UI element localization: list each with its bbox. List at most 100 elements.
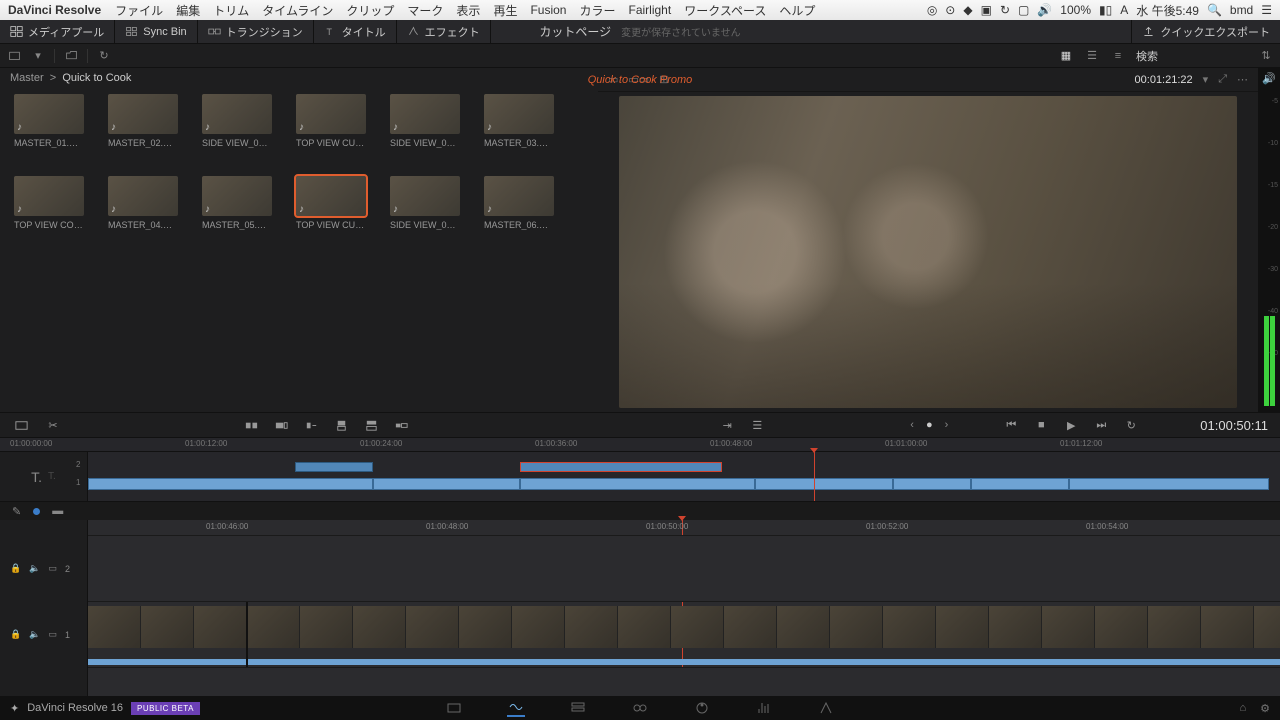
mediapool-button[interactable]: メディアプール [0, 20, 115, 43]
edit-page-icon[interactable] [569, 699, 587, 717]
filmstrip-frame[interactable] [883, 606, 936, 648]
sort-icon[interactable]: ⇅ [1258, 48, 1274, 64]
clip-thumbnail[interactable]: MASTER_01.mov [14, 94, 84, 148]
filmstrip-frame[interactable] [1148, 606, 1201, 648]
volume-icon[interactable]: 🔊 [1037, 3, 1052, 17]
menu-trim[interactable]: トリム [213, 2, 249, 19]
color-page-icon[interactable] [693, 699, 711, 717]
sync-icon[interactable]: ↻ [1000, 3, 1010, 17]
clip-v1-6[interactable] [971, 478, 1069, 490]
clip-v1-3[interactable] [520, 478, 755, 490]
menu-view[interactable]: 表示 [456, 2, 480, 19]
clip-thumbnail[interactable]: SIDE VIEW_02.mov [390, 94, 460, 148]
menu-edit[interactable]: 編集 [176, 2, 200, 19]
safe-area-icon[interactable]: ▾ [1203, 73, 1209, 86]
upper-playhead[interactable] [814, 452, 815, 501]
search-input[interactable]: 検索 [1136, 48, 1158, 64]
folder-icon[interactable] [63, 48, 79, 64]
import-icon[interactable] [6, 48, 22, 64]
filmstrip-frame[interactable] [194, 606, 247, 648]
filmstrip-frame[interactable] [565, 606, 618, 648]
clip-thumbnail[interactable]: SIDE VIEW_01.mov [202, 94, 272, 148]
thumbnail-view-icon[interactable]: ▦ [1058, 48, 1074, 64]
effect-button[interactable]: エフェクト [397, 20, 491, 43]
smart-insert-icon[interactable] [242, 417, 260, 433]
dropbox-icon[interactable]: ▣ [981, 3, 992, 17]
loop-icon[interactable]: ↻ [1122, 417, 1140, 433]
viewer-video[interactable] [619, 96, 1237, 408]
menu-mark[interactable]: マーク [407, 2, 443, 19]
play-icon[interactable]: ▶ [1062, 417, 1080, 433]
fairlight-page-icon[interactable] [755, 699, 773, 717]
refresh-icon[interactable]: ↻ [96, 48, 112, 64]
next-marker-icon[interactable]: › [945, 419, 949, 431]
mute-icon[interactable]: 🔈 [29, 629, 40, 640]
filmstrip-frame[interactable] [989, 606, 1042, 648]
filmstrip-frame[interactable] [512, 606, 565, 648]
fusion-page-icon[interactable] [631, 699, 649, 717]
cut-icon[interactable]: ✂ [44, 417, 62, 433]
clip-thumbnail[interactable]: MASTER_06.mov [484, 176, 554, 230]
filmstrip-frame[interactable] [671, 606, 724, 648]
menu-fairlight[interactable]: Fairlight [629, 3, 672, 17]
upper-timeline-head[interactable]: T. T. [0, 452, 88, 501]
video-icon[interactable]: ▭ [48, 563, 57, 574]
filmstrip-frame[interactable] [1254, 606, 1280, 648]
filmstrip-frame[interactable] [724, 606, 777, 648]
wifi-icon[interactable]: ◆ [963, 3, 972, 17]
clip-thumbnail[interactable]: TOP VIEW CUTTIN... [296, 94, 366, 148]
filmstrip-frame[interactable] [88, 606, 141, 648]
media-page-icon[interactable] [445, 699, 463, 717]
clip-v1-4[interactable] [755, 478, 893, 490]
filmstrip-frame[interactable] [830, 606, 883, 648]
quickexport-button[interactable]: クイックエクスポート [1131, 20, 1280, 43]
prev-marker-icon[interactable]: ‹ [910, 419, 914, 431]
gear-icon[interactable]: ⚙ [1260, 702, 1270, 715]
syncbin-button[interactable]: Sync Bin [115, 20, 197, 43]
clip-v2-1[interactable] [295, 462, 373, 472]
deliver-page-icon[interactable] [817, 699, 835, 717]
cut-page-icon[interactable] [507, 699, 525, 717]
filmstrip-frame[interactable] [618, 606, 671, 648]
filmstrip-frame[interactable] [936, 606, 989, 648]
clip-thumbnail[interactable]: MASTER_04.mov [108, 176, 178, 230]
snap-toggle[interactable] [33, 508, 40, 515]
filmstrip-frame[interactable] [353, 606, 406, 648]
append-icon[interactable] [272, 417, 290, 433]
boring-detector-icon[interactable] [12, 417, 30, 433]
closeup-icon[interactable] [332, 417, 350, 433]
blade-icon[interactable]: ✎ [12, 505, 21, 518]
menu-fusion[interactable]: Fusion [530, 3, 566, 17]
place-on-top-icon[interactable] [362, 417, 380, 433]
menu-timeline[interactable]: タイムライン [262, 2, 333, 19]
marker-icon[interactable]: ▬ [52, 505, 63, 517]
display-icon[interactable]: ▢ [1018, 3, 1029, 17]
user-label[interactable]: bmd [1230, 3, 1253, 17]
stop-icon[interactable]: ■ [1032, 417, 1050, 433]
lock-icon[interactable]: 🔒 [10, 563, 21, 574]
clip-v1-7[interactable] [1069, 478, 1269, 490]
filmstrip-frame[interactable] [1042, 606, 1095, 648]
clip-v1-5[interactable] [893, 478, 971, 490]
menu-clip[interactable]: クリップ [346, 2, 394, 19]
clip-thumbnail[interactable]: MASTER_03.mov [484, 94, 554, 148]
chevron-down-icon[interactable]: ▾ [30, 48, 46, 64]
list-view-icon[interactable]: ≡ [1110, 48, 1126, 64]
title-button[interactable]: T タイトル [314, 20, 397, 43]
menu-workspace[interactable]: ワークスペース [684, 2, 766, 19]
filmstrip-frame[interactable] [247, 606, 300, 648]
text-tool-alt-icon[interactable]: T. [48, 471, 56, 482]
language-icon[interactable]: A [1120, 3, 1128, 17]
upper-timeline-ruler[interactable]: 01:00:00:0001:00:12:0001:00:24:0001:00:3… [0, 438, 1280, 452]
clip-thumbnail[interactable]: MASTER_05.mov [202, 176, 272, 230]
zoom-icon[interactable]: ⤢ [1218, 73, 1227, 86]
lower-timeline-ruler[interactable]: 01:00:46:0001:00:48:0001:00:50:0001:00:5… [88, 520, 1280, 536]
clip-v1-2[interactable] [373, 478, 520, 490]
mute-icon[interactable]: 🔈 [29, 563, 40, 574]
clip-thumbnail[interactable]: TOP VIEW CUTTIN... [296, 176, 366, 230]
breadcrumb-root[interactable]: Master [10, 72, 44, 84]
filmstrip-frame[interactable] [406, 606, 459, 648]
timeline-list-icon[interactable]: ☰ [748, 417, 766, 433]
clip-thumbnail[interactable]: MASTER_02.mov [108, 94, 178, 148]
clip-v2-2[interactable] [520, 462, 722, 472]
